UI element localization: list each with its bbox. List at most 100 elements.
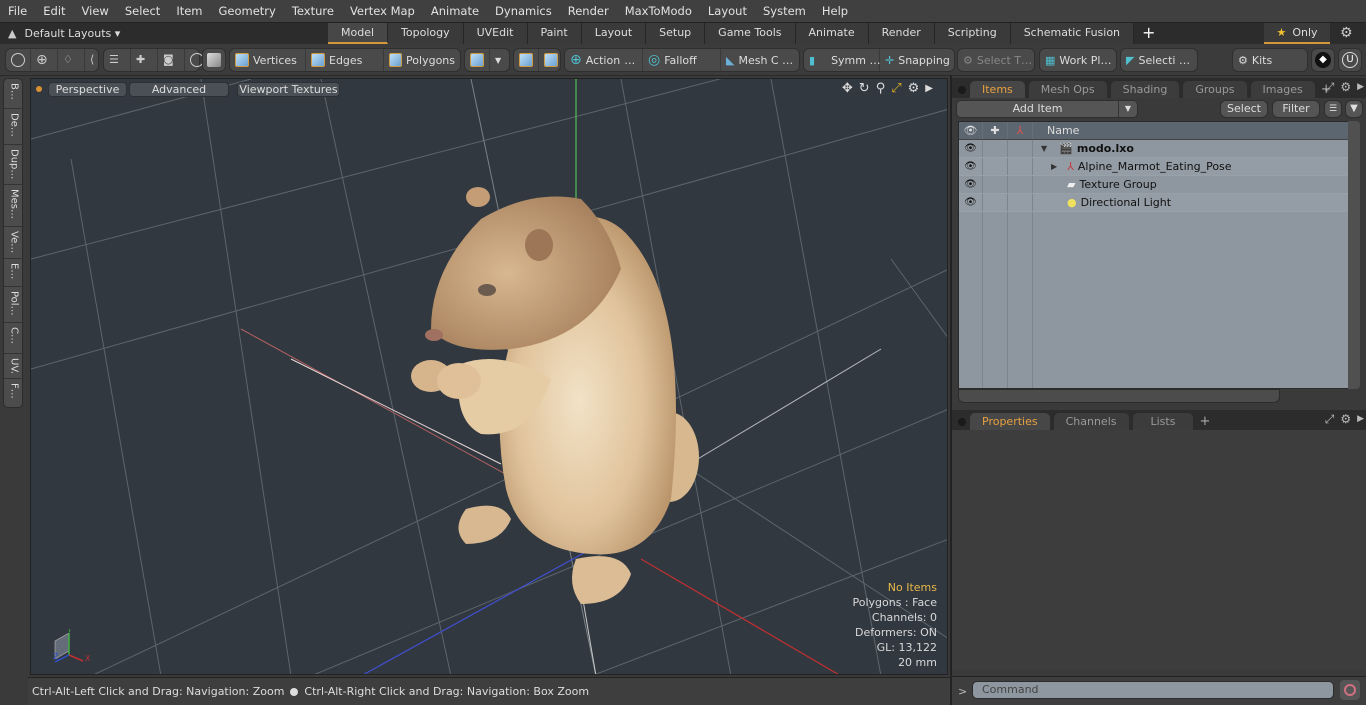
menu-dynamics[interactable]: Dynamics: [487, 0, 560, 22]
panel-menu-arrow-icon[interactable]: ▶: [1357, 80, 1364, 95]
add-item-dropdown[interactable]: Add Item ▼: [956, 100, 1138, 118]
tab-properties[interactable]: Properties: [970, 413, 1050, 430]
tab-schematic-fusion[interactable]: Schematic Fusion: [1010, 23, 1135, 44]
tab-mesh-ops[interactable]: Mesh Ops: [1028, 81, 1107, 98]
perspective-button[interactable]: Perspective: [48, 82, 127, 97]
advanced-button[interactable]: Advanced: [129, 82, 229, 97]
action-center-button[interactable]: ⊕ Action…: [565, 49, 643, 71]
panel-dot-icon[interactable]: [958, 86, 966, 94]
tree-row-mesh[interactable]: 👁 ▶ ⅄ Alpine_Marmot_Eating_Pose: [959, 158, 1349, 176]
add-tab-button[interactable]: +: [1134, 23, 1163, 44]
menu-edit[interactable]: Edit: [35, 0, 73, 22]
panel-gear-icon[interactable]: ⚙: [1340, 412, 1351, 427]
funnel-filter-icon[interactable]: ▼: [1345, 100, 1363, 118]
menu-animate[interactable]: Animate: [423, 0, 487, 22]
vtab-polygon[interactable]: Pol…: [4, 287, 24, 323]
visibility-column-eye-icon[interactable]: 👁: [959, 122, 983, 139]
falloff-button[interactable]: ◎ Falloff: [643, 49, 721, 71]
menu-maxtomodo[interactable]: MaxToModo: [617, 0, 700, 22]
snapping-button[interactable]: ✛ Snapping: [880, 49, 954, 71]
move-view-icon[interactable]: ✥: [842, 81, 853, 96]
expand-panel-icon[interactable]: ⤢: [1325, 80, 1335, 95]
material-dropdown[interactable]: ▼: [490, 49, 506, 71]
tree-row-directional-light[interactable]: 👁 ● Directional Light: [959, 194, 1349, 212]
expand-panel-icon[interactable]: ⤢: [1325, 412, 1335, 427]
maximize-view-icon[interactable]: ⤢: [891, 81, 901, 96]
vtab-fusion[interactable]: F…: [4, 379, 24, 407]
locator-column-icon[interactable]: ⅄: [1008, 122, 1033, 139]
vertices-mode-button[interactable]: Vertices: [230, 49, 306, 71]
eye-icon[interactable]: 👁: [964, 143, 977, 154]
lock-column-icon[interactable]: ✚: [983, 122, 1008, 139]
tab-scripting[interactable]: Scripting: [934, 23, 1011, 44]
tab-channels[interactable]: Channels: [1053, 413, 1129, 430]
tree-row-texture-group[interactable]: 👁 ▰ Texture Group: [959, 176, 1349, 194]
vtab-vertex[interactable]: Ve…: [4, 227, 24, 259]
item-mode-button[interactable]: [202, 48, 226, 72]
tab-render[interactable]: Render: [868, 23, 935, 44]
kits-button[interactable]: ⚙ Kits: [1233, 49, 1277, 71]
filter-button[interactable]: Filter: [1272, 100, 1320, 118]
tab-shading[interactable]: Shading: [1110, 81, 1180, 98]
pen-tool-button[interactable]: ♢: [58, 49, 85, 71]
collapse-triangle-icon[interactable]: ▶: [1051, 162, 1057, 171]
list-options-icon[interactable]: ☰: [1324, 100, 1342, 118]
menu-file[interactable]: File: [0, 0, 35, 22]
vtab-uv[interactable]: UV.: [4, 354, 24, 379]
globe-tool-button[interactable]: ⊕: [31, 49, 58, 71]
select-through-button[interactable]: ⚙ Select T…: [958, 49, 1037, 71]
unreal-button[interactable]: U: [1338, 48, 1362, 72]
tab-game-tools[interactable]: Game Tools: [705, 23, 796, 44]
transform-center-button[interactable]: [514, 49, 539, 71]
marmot-model[interactable]: [31, 79, 948, 675]
viewport-more-arrow-icon[interactable]: ▶: [925, 81, 933, 96]
add-props-tab-button[interactable]: +: [1193, 413, 1216, 430]
menu-texture[interactable]: Texture: [284, 0, 342, 22]
menu-item[interactable]: Item: [168, 0, 210, 22]
menu-help[interactable]: Help: [814, 0, 856, 22]
tab-model[interactable]: Model: [328, 23, 389, 44]
mesh-constraint-button[interactable]: ◣ Mesh C …: [721, 49, 799, 71]
frame-tool-button[interactable]: ◙: [158, 49, 185, 71]
tab-paint[interactable]: Paint: [527, 23, 582, 44]
selection-sets-button[interactable]: ◤ Selecti …: [1121, 49, 1195, 71]
tab-animate[interactable]: Animate: [795, 23, 869, 44]
vtab-edge[interactable]: E…: [4, 259, 24, 287]
vtab-curve[interactable]: C…: [4, 323, 24, 354]
menu-layout[interactable]: Layout: [700, 0, 755, 22]
record-macro-button[interactable]: [1340, 680, 1360, 700]
menu-select[interactable]: Select: [117, 0, 168, 22]
symmetry-button[interactable]: ▮ Symm …: [804, 49, 880, 71]
tree-row-scene[interactable]: 👁 ▼ 🎬 modo.lxo: [959, 140, 1349, 158]
tab-setup[interactable]: Setup: [646, 23, 706, 44]
menu-render[interactable]: Render: [560, 0, 617, 22]
tab-images[interactable]: Images: [1250, 81, 1315, 98]
collapse-arrow-icon[interactable]: ▲: [8, 27, 16, 40]
material-mode-button[interactable]: [465, 49, 490, 71]
pivot-button[interactable]: [539, 49, 563, 71]
gear-icon[interactable]: ⚙: [1340, 25, 1353, 41]
tab-layout[interactable]: Layout: [581, 23, 647, 44]
expand-triangle-icon[interactable]: ▼: [1041, 144, 1047, 153]
default-layouts-dropdown[interactable]: Default Layouts ▾: [24, 27, 120, 40]
edges-mode-button[interactable]: Edges: [306, 49, 384, 71]
only-toggle[interactable]: ★ Only: [1264, 23, 1330, 44]
rotate-view-icon[interactable]: ↻: [859, 81, 870, 96]
eye-icon[interactable]: 👁: [964, 197, 977, 208]
vtab-deform[interactable]: De…: [4, 109, 24, 145]
sphere-tool-button[interactable]: [6, 49, 31, 71]
unity-button[interactable]: ◆: [1311, 48, 1335, 72]
panel-dot-icon[interactable]: [958, 418, 966, 426]
command-input[interactable]: Command: [972, 681, 1334, 699]
polygons-mode-button[interactable]: Polygons: [384, 49, 460, 71]
align-tool-button[interactable]: ☰: [104, 49, 131, 71]
3d-viewport[interactable]: Perspective Advanced Viewport Textures ✥…: [30, 78, 948, 675]
unwrap-tool-button[interactable]: ✚: [131, 49, 158, 71]
tab-topology[interactable]: Topology: [388, 23, 464, 44]
tab-groups[interactable]: Groups: [1183, 81, 1247, 98]
eye-icon[interactable]: 👁: [964, 179, 977, 190]
work-plane-button[interactable]: ▦ Work Pl…: [1040, 49, 1116, 71]
viewport-gear-icon[interactable]: ⚙: [908, 81, 920, 96]
eye-icon[interactable]: 👁: [964, 161, 977, 172]
select-button[interactable]: Select: [1220, 100, 1268, 118]
